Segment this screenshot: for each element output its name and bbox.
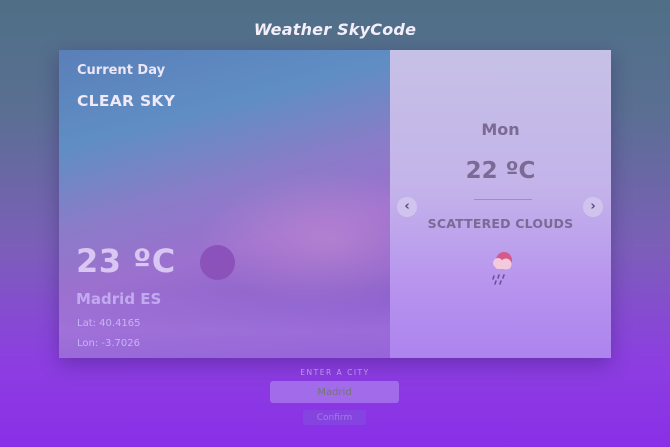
app-title: Weather SkyCode <box>253 20 417 39</box>
forecast-panel: Mon 22 ºC ‹ SCATTERED CLOUDS › <box>390 50 611 358</box>
location-name: Madrid ES <box>76 290 162 308</box>
prev-day-button[interactable]: ‹ <box>397 197 417 217</box>
city-input-label: ENTER A CITY <box>300 368 370 377</box>
current-temperature: 23 ºC <box>76 242 176 280</box>
current-condition: CLEAR SKY <box>77 92 176 110</box>
current-weather-panel: Current Day CLEAR SKY 23 ºC Madrid ES La… <box>59 50 390 358</box>
forecast-day: Mon <box>481 120 520 139</box>
forecast-temperature: 22 ºC <box>465 158 536 184</box>
next-day-button[interactable]: › <box>583 197 603 217</box>
longitude: Lon: -3.7026 <box>77 338 140 349</box>
cloud-rain-icon <box>492 252 512 285</box>
confirm-button[interactable]: Confirm <box>303 410 366 425</box>
forecast-condition: SCATTERED CLOUDS <box>427 216 574 231</box>
sun-disc-icon <box>200 245 235 280</box>
current-day-heading: Current Day <box>77 63 166 78</box>
forecast-divider <box>474 199 532 200</box>
city-input[interactable] <box>270 381 399 403</box>
weather-card: Current Day CLEAR SKY 23 ºC Madrid ES La… <box>59 50 611 358</box>
sky-background <box>199 170 390 310</box>
latitude: Lat: 40.4165 <box>77 318 141 329</box>
